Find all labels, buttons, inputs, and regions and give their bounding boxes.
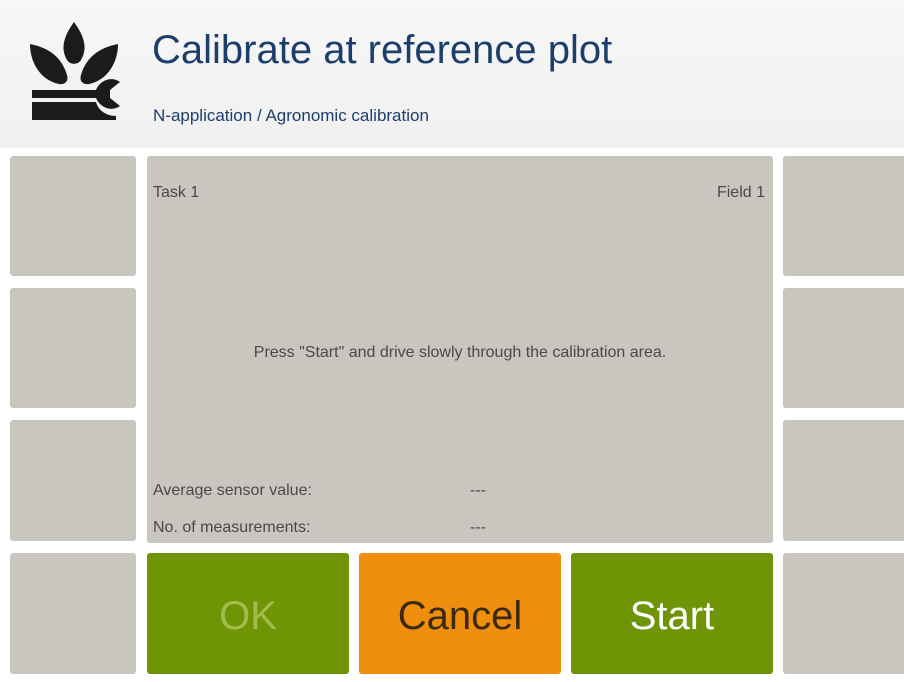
plant-wrench-icon — [30, 22, 120, 120]
task-label: Task 1 — [153, 184, 200, 201]
measurements-value: --- — [470, 519, 486, 536]
instruction-text: Press "Start" and drive slowly through t… — [253, 344, 667, 361]
calibration-panel: Task 1 Field 1 Press "Start" and drive s… — [147, 156, 773, 543]
header: Calibrate at reference plot N-applicatio… — [0, 0, 904, 148]
cancel-button[interactable]: Cancel — [359, 553, 561, 674]
left-softkey-1[interactable] — [10, 156, 136, 276]
start-button[interactable]: Start — [571, 553, 773, 674]
left-softkey-4[interactable] — [10, 553, 136, 674]
breadcrumb: N-application / Agronomic calibration — [153, 106, 429, 125]
average-sensor-value: --- — [470, 482, 486, 499]
right-softkey-2[interactable] — [783, 288, 904, 408]
right-softkey-1[interactable] — [783, 156, 904, 276]
measurements-label: No. of measurements: — [153, 519, 311, 536]
left-softkey-3[interactable] — [10, 420, 136, 541]
left-softkey-2[interactable] — [10, 288, 136, 408]
right-softkey-4[interactable] — [783, 553, 904, 674]
ok-button[interactable]: OK — [147, 553, 349, 674]
average-sensor-label: Average sensor value: — [153, 482, 312, 499]
right-softkey-3[interactable] — [783, 420, 904, 541]
page-title: Calibrate at reference plot — [152, 28, 613, 72]
field-label: Field 1 — [716, 184, 765, 201]
